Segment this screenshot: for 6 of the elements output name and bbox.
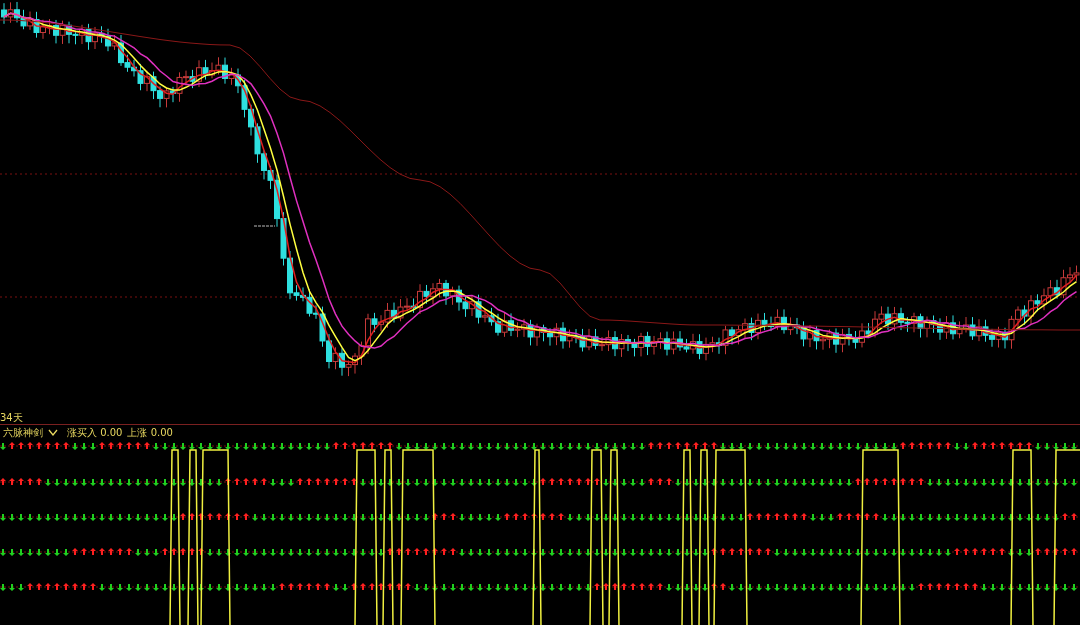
indicator-reading: 上涨 0.00 [127, 426, 173, 439]
caret-icon[interactable] [48, 429, 58, 436]
period-label: 34天 [0, 412, 1080, 425]
indicator-reading: 涨买入 0.00 [67, 426, 123, 439]
indicator-name[interactable]: 六脉神剑 [3, 426, 43, 439]
price-marker [253, 225, 276, 227]
